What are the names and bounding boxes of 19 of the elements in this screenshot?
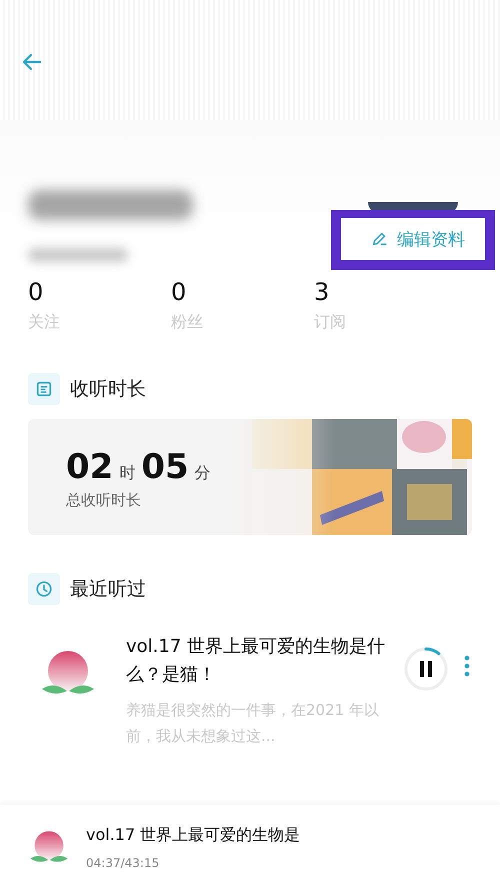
section-title: 最近听过 — [70, 577, 146, 602]
document-icon — [28, 373, 60, 405]
hours-unit: 时 — [119, 463, 136, 484]
clock-icon — [28, 573, 60, 605]
mini-player[interactable]: vol.17 世界上最可爱的生物是 04:37/43:15 — [0, 805, 500, 889]
stat-value: 0 — [28, 278, 44, 306]
stat-value: 0 — [171, 278, 188, 306]
section-title: 收听时长 — [70, 377, 146, 402]
now-playing-title: vol.17 世界上最可爱的生物是 — [86, 824, 300, 846]
episode-title[interactable]: vol.17 世界上最可爱的生物是什么？是猫！ — [126, 633, 394, 689]
playback-time: 04:37/43:15 — [86, 856, 160, 870]
listening-card[interactable]: 02 时 05 分 总收听时长 — [28, 419, 472, 535]
stat-value: 3 — [314, 278, 330, 306]
more-icon[interactable] — [464, 655, 470, 677]
minutes-unit: 分 — [194, 463, 211, 484]
pencil-icon — [371, 230, 389, 248]
minutes-value: 05 — [141, 447, 189, 487]
duration-caption: 总收听时长 — [66, 491, 142, 510]
hours-value: 02 — [66, 447, 114, 487]
